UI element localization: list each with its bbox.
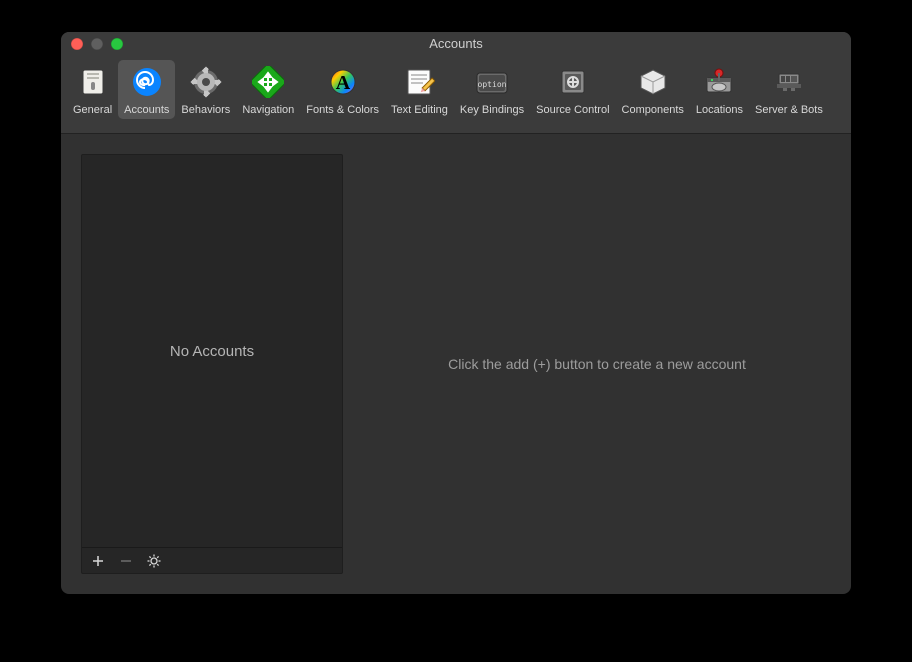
tab-server-bots[interactable]: Server & Bots — [749, 60, 829, 119]
accounts-sidebar: No Accounts — [81, 154, 343, 574]
tab-label: Text Editing — [391, 104, 448, 116]
gear-icon — [147, 554, 161, 568]
tab-label: Accounts — [124, 104, 169, 116]
tab-key-bindings[interactable]: option Key Bindings — [454, 60, 530, 119]
tab-label: Navigation — [242, 104, 294, 116]
behaviors-icon — [188, 64, 224, 100]
account-detail-pane: Click the add (+) button to create a new… — [363, 154, 831, 574]
tab-fonts-colors[interactable]: A Fonts & Colors — [300, 60, 385, 119]
fonts-colors-icon: A — [325, 64, 361, 100]
server-bots-icon — [771, 64, 807, 100]
tab-behaviors[interactable]: Behaviors — [175, 60, 236, 119]
tab-label: General — [73, 104, 112, 116]
tab-components[interactable]: Components — [616, 60, 690, 119]
source-control-icon — [555, 64, 591, 100]
preferences-toolbar: General Accounts — [61, 56, 851, 134]
tab-source-control[interactable]: Source Control — [530, 60, 615, 119]
navigation-icon — [250, 64, 286, 100]
tab-label: Server & Bots — [755, 104, 823, 116]
remove-account-button[interactable] — [118, 553, 134, 569]
accounts-icon — [129, 64, 165, 100]
tab-label: Behaviors — [181, 104, 230, 116]
tab-navigation[interactable]: Navigation — [236, 60, 300, 119]
locations-icon — [701, 64, 737, 100]
svg-text:option: option — [478, 80, 507, 89]
no-accounts-label: No Accounts — [170, 343, 254, 360]
tab-text-editing[interactable]: Text Editing — [385, 60, 454, 119]
components-icon — [635, 64, 671, 100]
svg-text:A: A — [335, 72, 350, 94]
preferences-window: Accounts General Accoun — [61, 32, 851, 594]
minus-icon — [120, 555, 132, 567]
accounts-list: No Accounts — [82, 155, 342, 547]
window-controls — [71, 38, 123, 50]
tab-label: Fonts & Colors — [306, 104, 379, 116]
sidebar-footer — [82, 547, 342, 573]
close-window-button[interactable] — [71, 38, 83, 50]
tab-label: Key Bindings — [460, 104, 524, 116]
tab-accounts[interactable]: Accounts — [118, 60, 175, 119]
titlebar: Accounts — [61, 32, 851, 56]
tab-label: Components — [622, 104, 684, 116]
tab-general[interactable]: General — [67, 60, 118, 119]
zoom-window-button[interactable] — [111, 38, 123, 50]
tab-label: Source Control — [536, 104, 609, 116]
add-account-button[interactable] — [90, 553, 106, 569]
minimize-window-button[interactable] — [91, 38, 103, 50]
text-editing-icon — [401, 64, 437, 100]
empty-hint-text: Click the add (+) button to create a new… — [448, 356, 746, 372]
tab-locations[interactable]: Locations — [690, 60, 749, 119]
plus-icon — [92, 555, 104, 567]
window-title: Accounts — [61, 32, 851, 56]
account-actions-button[interactable] — [146, 553, 162, 569]
tab-label: Locations — [696, 104, 743, 116]
content-area: No Accounts — [61, 134, 851, 594]
key-bindings-icon: option — [474, 64, 510, 100]
general-icon — [75, 64, 111, 100]
